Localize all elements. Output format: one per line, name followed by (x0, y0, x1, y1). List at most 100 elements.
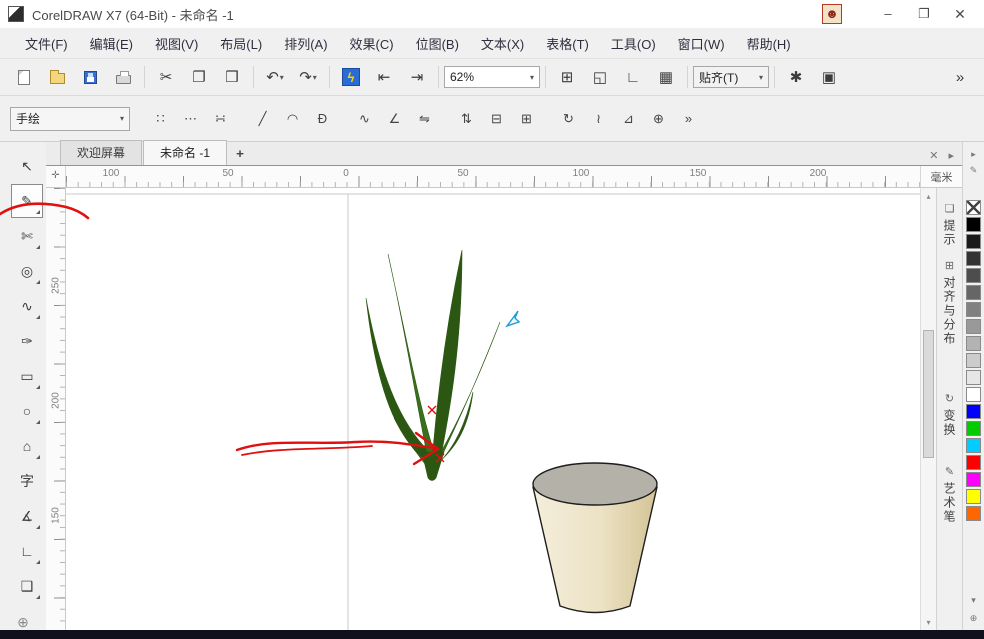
menu-item[interactable]: 文本(X) (470, 29, 535, 58)
palette-expand-icon[interactable]: ⊕ (966, 610, 982, 626)
docker-tab[interactable]: ✎ 艺术笔 (941, 465, 958, 524)
application-launcher-button[interactable]: ⊞ (551, 63, 583, 91)
propbar-button[interactable]: ∷ (147, 105, 174, 132)
docker-tab[interactable]: ⊞ 对齐与分布 (941, 259, 958, 346)
ruler-origin-icon[interactable]: ✛ (46, 166, 66, 188)
propbar-button[interactable]: ⊞ (513, 105, 540, 132)
propbar-button[interactable]: ∺ (207, 105, 234, 132)
undo-button[interactable]: ↶▾ (259, 63, 291, 91)
propbar-button[interactable]: Ð (309, 105, 336, 132)
menu-item[interactable]: 窗口(W) (667, 29, 736, 58)
propbar-button[interactable]: ⊟ (483, 105, 510, 132)
propbar-button[interactable]: ╱ (249, 105, 276, 132)
propbar-button[interactable]: ⋯ (177, 105, 204, 132)
toolbox-tool[interactable]: ⌂ (12, 430, 42, 462)
color-swatch[interactable] (966, 438, 981, 453)
scrollbar-thumb[interactable] (923, 330, 934, 458)
toolbox-tool[interactable]: ∿ (12, 290, 42, 322)
color-swatch[interactable] (966, 234, 981, 249)
paste-button[interactable]: ❒ (216, 63, 248, 91)
menu-item[interactable]: 编辑(E) (79, 29, 144, 58)
color-swatch[interactable] (966, 251, 981, 266)
menu-item[interactable]: 效果(C) (339, 29, 405, 58)
color-swatch[interactable] (966, 319, 981, 334)
color-swatch[interactable] (966, 489, 981, 504)
palette-scroll-down-icon[interactable]: ▾ (966, 592, 982, 608)
toolbox-tool[interactable]: ∟ (12, 535, 42, 567)
color-swatch[interactable] (966, 506, 981, 521)
color-swatch[interactable] (966, 217, 981, 232)
vertical-scrollbar[interactable]: ▴ ▾ (920, 188, 936, 630)
color-swatch[interactable] (966, 455, 981, 470)
new-document-button[interactable] (8, 63, 40, 91)
toolbox-tool[interactable]: ✑ (12, 325, 42, 357)
palette-flyout-icon[interactable]: ▸ (966, 146, 982, 162)
scroll-down-icon[interactable]: ▾ (921, 614, 936, 630)
docker-tab[interactable]: ↻ 变换 (941, 392, 958, 437)
toolbox-tool[interactable]: ▭ (12, 360, 42, 392)
whats-new-button[interactable]: ϟ (335, 63, 367, 91)
color-swatch[interactable] (966, 336, 981, 351)
color-swatch[interactable] (966, 268, 981, 283)
save-button[interactable] (74, 63, 106, 91)
cut-button[interactable]: ✂ (150, 63, 182, 91)
document-tab[interactable]: 欢迎屏幕 (60, 140, 142, 165)
menu-item[interactable]: 工具(O) (600, 29, 667, 58)
menu-item[interactable]: 位图(B) (405, 29, 470, 58)
propbar-button[interactable]: ≀ (585, 105, 612, 132)
toolbar-overflow-button[interactable]: » (944, 63, 976, 91)
toolbox-tool[interactable]: ◎ (12, 255, 42, 287)
user-account-icon[interactable]: ☻ (822, 4, 842, 24)
image-adjust-button[interactable]: ▣ (813, 63, 845, 91)
propbar-button[interactable]: ⊿ (615, 105, 642, 132)
close-button[interactable]: ✕ (944, 3, 976, 25)
propbar-button[interactable]: » (675, 105, 702, 132)
color-swatch[interactable] (966, 370, 981, 385)
open-button[interactable] (41, 63, 73, 91)
color-swatch[interactable] (966, 387, 981, 402)
show-grid-button[interactable]: ▦ (650, 63, 682, 91)
maximize-button[interactable]: ❐ (908, 3, 940, 25)
propbar-button[interactable]: ⇋ (411, 105, 438, 132)
new-tab-button[interactable]: + (228, 143, 252, 165)
tab-scroll-icon[interactable]: ▸ (948, 149, 954, 162)
toolbox-tool[interactable]: ↖ (12, 150, 42, 182)
toolbox-tool[interactable]: ∡ (12, 500, 42, 532)
menu-item[interactable]: 文件(F) (14, 29, 79, 58)
color-swatch[interactable] (966, 404, 981, 419)
color-swatch[interactable] (966, 285, 981, 300)
color-swatch[interactable] (966, 421, 981, 436)
propbar-button[interactable]: ∿ (351, 105, 378, 132)
print-button[interactable] (107, 63, 139, 91)
tool-preset-select[interactable]: 手绘 ▾ (10, 107, 130, 131)
propbar-button[interactable]: ⊕ (645, 105, 672, 132)
export-button[interactable]: ⇥ (401, 63, 433, 91)
propbar-button[interactable]: ∠ (381, 105, 408, 132)
propbar-button[interactable]: ◠ (279, 105, 306, 132)
toolbox-tool[interactable]: ○ (12, 395, 42, 427)
color-swatch[interactable] (966, 472, 981, 487)
menu-item[interactable]: 视图(V) (144, 29, 209, 58)
scroll-up-icon[interactable]: ▴ (921, 188, 936, 204)
import-button[interactable]: ⇤ (368, 63, 400, 91)
toolbox-tool[interactable]: ❑ (12, 570, 42, 602)
color-swatch[interactable] (966, 353, 981, 368)
propbar-button[interactable]: ↻ (555, 105, 582, 132)
minimize-button[interactable]: – (872, 3, 904, 25)
drawing-canvas[interactable] (66, 188, 920, 630)
copy-button[interactable]: ❐ (183, 63, 215, 91)
color-swatch[interactable] (966, 200, 981, 215)
menu-item[interactable]: 布局(L) (209, 29, 273, 58)
palette-picker-icon[interactable]: ✎ (966, 162, 982, 178)
zoom-level-select[interactable]: 62% ▾ (444, 66, 540, 88)
close-document-icon[interactable]: ✕ (929, 149, 938, 162)
toolbox-tool[interactable]: ✄ (12, 220, 42, 252)
show-rulers-button[interactable]: ∟ (617, 63, 649, 91)
redo-button[interactable]: ↷▾ (292, 63, 324, 91)
options-button[interactable]: ✱ (780, 63, 812, 91)
propbar-button[interactable]: ⇅ (453, 105, 480, 132)
toolbox-tool[interactable]: ✎ (12, 185, 42, 217)
docker-tab[interactable]: ❏ 提示 (941, 202, 958, 247)
menu-item[interactable]: 表格(T) (535, 29, 600, 58)
color-swatch[interactable] (966, 302, 981, 317)
